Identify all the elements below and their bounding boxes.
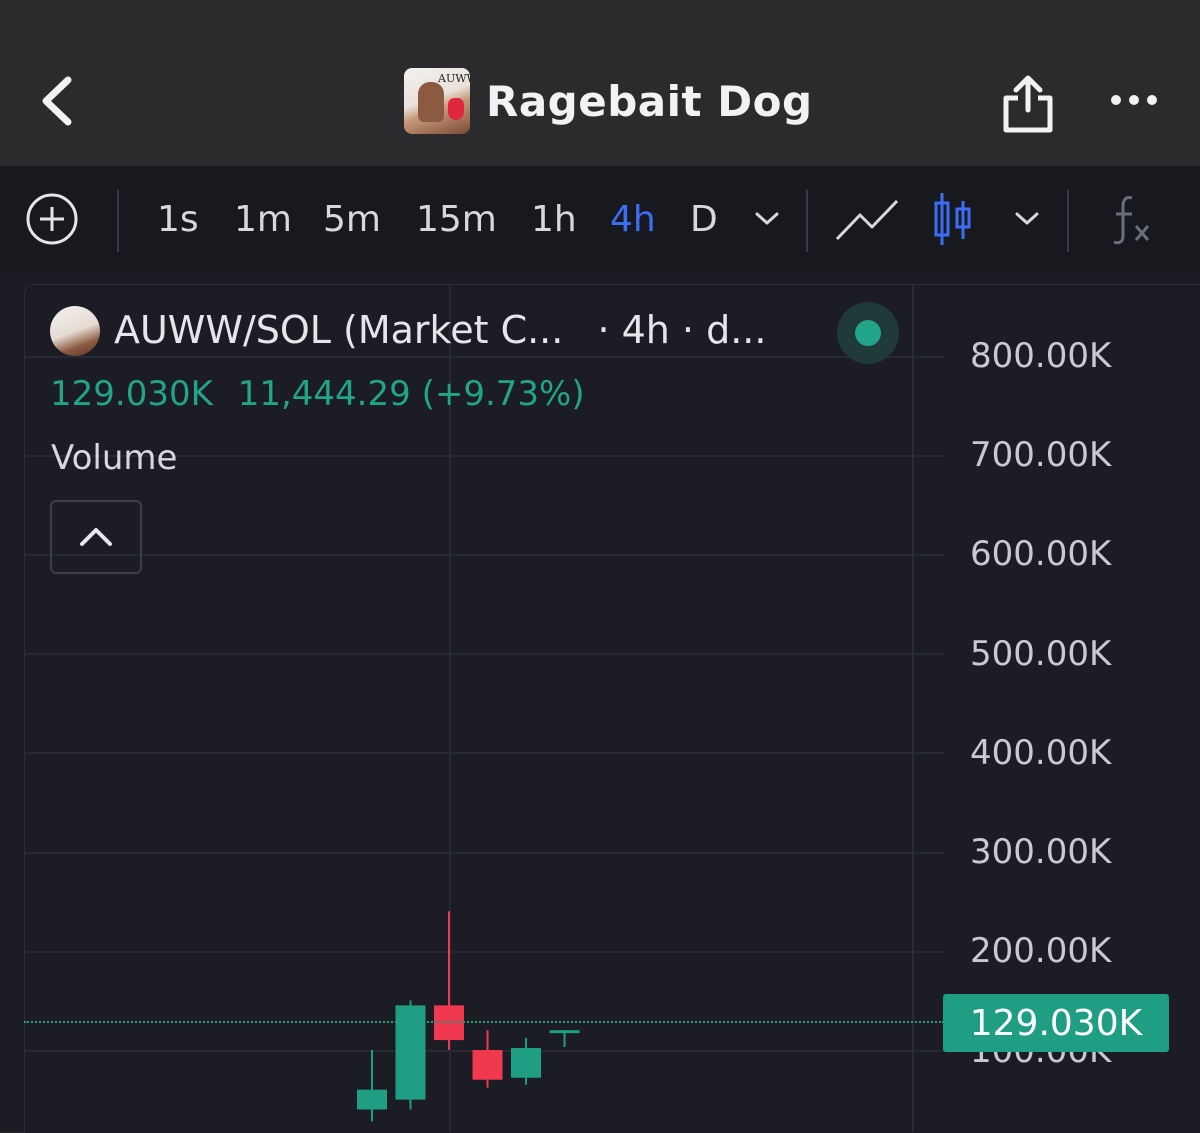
- y-tick-label: 300.00K: [970, 832, 1112, 872]
- token-title-group: AUWW Ragebait Dog: [404, 68, 813, 134]
- dog-image: [418, 82, 444, 122]
- candle-body: [357, 1089, 387, 1110]
- candlestick-chart-icon[interactable]: [932, 166, 974, 272]
- y-tick-label: 500.00K: [970, 634, 1112, 674]
- share-icon[interactable]: [1000, 74, 1056, 134]
- y-tick-label: 700.00K: [970, 435, 1112, 475]
- candle-body: [472, 1050, 503, 1080]
- timeframe-4h[interactable]: 4h: [610, 166, 656, 272]
- toolbar-divider: [806, 190, 808, 252]
- y-tick-label: 600.00K: [970, 534, 1112, 574]
- timeframe-1h[interactable]: 1h: [531, 166, 577, 272]
- line-chart-icon[interactable]: [834, 166, 900, 272]
- timeframe-15m[interactable]: 15m: [416, 166, 497, 272]
- y-tick-label: 200.00K: [970, 931, 1112, 971]
- timeframe-dropdown-chevron-icon[interactable]: [754, 166, 780, 272]
- timeframe-5m[interactable]: 5m: [323, 166, 381, 272]
- last-price-badge: 129.030K: [943, 994, 1169, 1052]
- candle-body: [395, 1005, 426, 1100]
- y-tick-label: 400.00K: [970, 733, 1112, 773]
- more-options-icon[interactable]: [1106, 88, 1162, 112]
- candlestick-series: [357, 911, 580, 1122]
- y-tick-label: 800.00K: [970, 336, 1112, 376]
- token-avatar: AUWW: [404, 68, 470, 134]
- timeframe-d[interactable]: D: [690, 166, 718, 272]
- heart-icon: [448, 98, 464, 120]
- candle-body: [549, 1030, 580, 1034]
- candle-body: [511, 1048, 541, 1078]
- toolbar-divider: [117, 190, 119, 252]
- chart-type-dropdown-chevron-icon[interactable]: [1014, 166, 1040, 272]
- timeframe-1m[interactable]: 1m: [234, 166, 292, 272]
- timeframe-1s[interactable]: 1s: [157, 166, 199, 272]
- top-nav-bar: AUWW Ragebait Dog: [0, 0, 1200, 166]
- avatar-text: AUWW: [438, 72, 470, 85]
- function-fx-icon[interactable]: [1108, 166, 1156, 272]
- chart-toolbar: 1s 1m 5m 15m 1h 4h D: [0, 166, 1200, 272]
- toolbar-divider: [1067, 190, 1069, 252]
- back-chevron-icon[interactable]: [30, 70, 90, 130]
- page-title: Ragebait Dog: [486, 76, 813, 126]
- last-price-line: [24, 1021, 944, 1023]
- add-indicator-icon[interactable]: [24, 166, 80, 272]
